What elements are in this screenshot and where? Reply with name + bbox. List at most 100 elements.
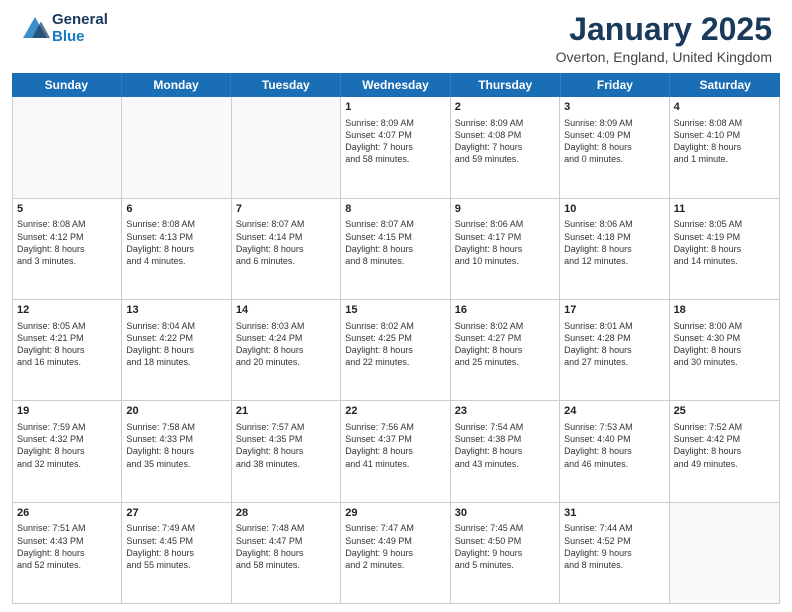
day-info: Sunrise: 7:57 AM Sunset: 4:35 PM Dayligh… [236, 421, 336, 470]
day-cell-1: 1 Sunrise: 8:09 AM Sunset: 4:07 PM Daylig… [341, 97, 450, 197]
empty-cell [13, 97, 122, 197]
day-cell-15: 15 Sunrise: 8:02 AM Sunset: 4:25 PM Dayli… [341, 300, 450, 400]
day-cell-18: 18 Sunrise: 8:00 AM Sunset: 4:30 PM Dayli… [670, 300, 779, 400]
logo-icon [20, 14, 50, 44]
week-row-2: 5Sunrise: 8:08 AM Sunset: 4:12 PM Daylig… [13, 199, 779, 300]
location-subtitle: Overton, England, United Kingdom [556, 49, 772, 65]
day-cell-27: 27Sunrise: 7:49 AM Sunset: 4:45 PM Dayli… [122, 503, 231, 603]
day-info: Sunrise: 7:53 AM Sunset: 4:40 PM Dayligh… [564, 421, 664, 470]
day-number: 10 [564, 202, 664, 217]
day-cell-29: 29Sunrise: 7:47 AM Sunset: 4:49 PM Dayli… [341, 503, 450, 603]
day-info: Sunrise: 8:07 AM Sunset: 4:14 PM Dayligh… [236, 218, 336, 267]
empty-cell [122, 97, 231, 197]
day-header-wednesday: Wednesday [341, 73, 451, 97]
day-number: 24 [564, 404, 664, 419]
week-row-4: 19Sunrise: 7:59 AM Sunset: 4:32 PM Dayli… [13, 401, 779, 502]
day-cell-16: 16Sunrise: 8:02 AM Sunset: 4:27 PM Dayli… [451, 300, 560, 400]
day-info: Sunrise: 7:58 AM Sunset: 4:33 PM Dayligh… [126, 421, 226, 470]
day-header-saturday: Saturday [670, 73, 780, 97]
day-number: 30 [455, 506, 555, 521]
day-info: Sunrise: 8:02 AM Sunset: 4:25 PM Dayligh… [345, 320, 445, 369]
day-number: 13 [126, 303, 226, 318]
day-cell-6: 6Sunrise: 8:08 AM Sunset: 4:13 PM Daylig… [122, 199, 231, 299]
day-info: Sunrise: 8:09 AM Sunset: 4:09 PM Dayligh… [564, 117, 664, 166]
week-row-1: 1 Sunrise: 8:09 AM Sunset: 4:07 PM Daylig… [13, 97, 779, 198]
day-cell-22: 22Sunrise: 7:56 AM Sunset: 4:37 PM Dayli… [341, 401, 450, 501]
day-cell-12: 12Sunrise: 8:05 AM Sunset: 4:21 PM Dayli… [13, 300, 122, 400]
day-info: Sunrise: 8:09 AM Sunset: 4:07 PM Dayligh… [345, 117, 445, 166]
day-info: Sunrise: 8:00 AM Sunset: 4:30 PM Dayligh… [674, 320, 775, 369]
day-number: 6 [126, 202, 226, 217]
calendar-body: 1 Sunrise: 8:09 AM Sunset: 4:07 PM Daylig… [12, 97, 780, 604]
day-header-monday: Monday [122, 73, 232, 97]
day-number: 28 [236, 506, 336, 521]
day-cell-28: 28Sunrise: 7:48 AM Sunset: 4:47 PM Dayli… [232, 503, 341, 603]
day-info: Sunrise: 7:54 AM Sunset: 4:38 PM Dayligh… [455, 421, 555, 470]
calendar: SundayMondayTuesdayWednesdayThursdayFrid… [0, 73, 792, 612]
day-info: Sunrise: 8:08 AM Sunset: 4:13 PM Dayligh… [126, 218, 226, 267]
day-header-sunday: Sunday [12, 73, 122, 97]
day-info: Sunrise: 8:08 AM Sunset: 4:12 PM Dayligh… [17, 218, 117, 267]
day-number: 9 [455, 202, 555, 217]
day-header-friday: Friday [561, 73, 671, 97]
logo: General Blue [20, 12, 108, 45]
calendar-header: SundayMondayTuesdayWednesdayThursdayFrid… [12, 73, 780, 97]
empty-cell [670, 503, 779, 603]
day-number: 21 [236, 404, 336, 419]
day-number: 17 [564, 303, 664, 318]
logo-text: General Blue [52, 12, 108, 45]
day-info: Sunrise: 7:48 AM Sunset: 4:47 PM Dayligh… [236, 522, 336, 571]
day-info: Sunrise: 7:45 AM Sunset: 4:50 PM Dayligh… [455, 522, 555, 571]
day-number: 18 [674, 303, 775, 318]
day-cell-3: 3 Sunrise: 8:09 AM Sunset: 4:09 PM Daylig… [560, 97, 669, 197]
day-cell-11: 11Sunrise: 8:05 AM Sunset: 4:19 PM Dayli… [670, 199, 779, 299]
day-cell-2: 2Sunrise: 8:09 AM Sunset: 4:08 PM Daylig… [451, 97, 560, 197]
day-info: Sunrise: 7:52 AM Sunset: 4:42 PM Dayligh… [674, 421, 775, 470]
month-title: January 2025 [556, 12, 772, 47]
week-row-5: 26Sunrise: 7:51 AM Sunset: 4:43 PM Dayli… [13, 503, 779, 603]
day-cell-24: 24 Sunrise: 7:53 AM Sunset: 4:40 PM Dayli… [560, 401, 669, 501]
day-info: Sunrise: 8:02 AM Sunset: 4:27 PM Dayligh… [455, 320, 555, 369]
day-number: 15 [345, 303, 445, 318]
day-cell-8: 8Sunrise: 8:07 AM Sunset: 4:15 PM Daylig… [341, 199, 450, 299]
day-info: Sunrise: 8:05 AM Sunset: 4:21 PM Dayligh… [17, 320, 117, 369]
day-number: 23 [455, 404, 555, 419]
day-info: Sunrise: 8:05 AM Sunset: 4:19 PM Dayligh… [674, 218, 775, 267]
day-cell-25: 25Sunrise: 7:52 AM Sunset: 4:42 PM Dayli… [670, 401, 779, 501]
day-cell-17: 17 Sunrise: 8:01 AM Sunset: 4:28 PM Dayli… [560, 300, 669, 400]
day-number: 22 [345, 404, 445, 419]
empty-cell [232, 97, 341, 197]
day-cell-23: 23 Sunrise: 7:54 AM Sunset: 4:38 PM Dayli… [451, 401, 560, 501]
day-cell-26: 26Sunrise: 7:51 AM Sunset: 4:43 PM Dayli… [13, 503, 122, 603]
day-header-thursday: Thursday [451, 73, 561, 97]
day-number: 20 [126, 404, 226, 419]
day-number: 27 [126, 506, 226, 521]
day-info: Sunrise: 8:04 AM Sunset: 4:22 PM Dayligh… [126, 320, 226, 369]
day-info: Sunrise: 7:59 AM Sunset: 4:32 PM Dayligh… [17, 421, 117, 470]
day-number: 26 [17, 506, 117, 521]
day-number: 4 [674, 100, 775, 115]
week-row-3: 12Sunrise: 8:05 AM Sunset: 4:21 PM Dayli… [13, 300, 779, 401]
day-cell-10: 10Sunrise: 8:06 AM Sunset: 4:18 PM Dayli… [560, 199, 669, 299]
day-cell-7: 7Sunrise: 8:07 AM Sunset: 4:14 PM Daylig… [232, 199, 341, 299]
day-cell-14: 14Sunrise: 8:03 AM Sunset: 4:24 PM Dayli… [232, 300, 341, 400]
day-info: Sunrise: 8:01 AM Sunset: 4:28 PM Dayligh… [564, 320, 664, 369]
day-number: 1 [345, 100, 445, 115]
day-number: 8 [345, 202, 445, 217]
day-cell-5: 5Sunrise: 8:08 AM Sunset: 4:12 PM Daylig… [13, 199, 122, 299]
day-cell-20: 20 Sunrise: 7:58 AM Sunset: 4:33 PM Dayli… [122, 401, 231, 501]
title-block: January 2025 Overton, England, United Ki… [556, 12, 772, 65]
day-info: Sunrise: 8:06 AM Sunset: 4:17 PM Dayligh… [455, 218, 555, 267]
page: General Blue January 2025 Overton, Engla… [0, 0, 792, 612]
day-info: Sunrise: 7:51 AM Sunset: 4:43 PM Dayligh… [17, 522, 117, 571]
day-cell-13: 13 Sunrise: 8:04 AM Sunset: 4:22 PM Dayli… [122, 300, 231, 400]
day-info: Sunrise: 7:47 AM Sunset: 4:49 PM Dayligh… [345, 522, 445, 571]
day-cell-31: 31Sunrise: 7:44 AM Sunset: 4:52 PM Dayli… [560, 503, 669, 603]
day-number: 2 [455, 100, 555, 115]
day-cell-4: 4Sunrise: 8:08 AM Sunset: 4:10 PM Daylig… [670, 97, 779, 197]
day-header-tuesday: Tuesday [231, 73, 341, 97]
day-info: Sunrise: 7:49 AM Sunset: 4:45 PM Dayligh… [126, 522, 226, 571]
day-number: 11 [674, 202, 775, 217]
day-cell-30: 30Sunrise: 7:45 AM Sunset: 4:50 PM Dayli… [451, 503, 560, 603]
day-number: 3 [564, 100, 664, 115]
